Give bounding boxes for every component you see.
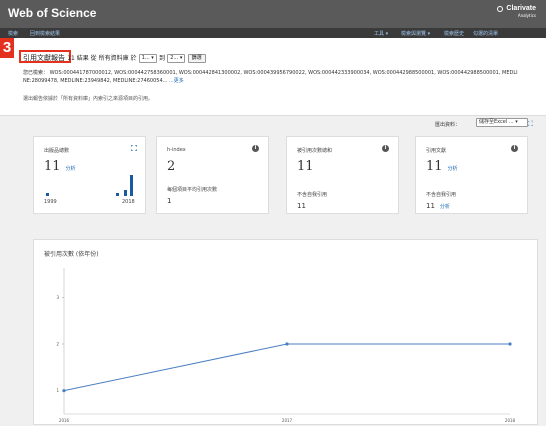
nav-bar: 檢索 回到檢索結果 工具 ▾ 檢索與瀏覽 ▾ 檢索歷史 勾選的清單 xyxy=(0,28,546,38)
year-from-select[interactable]: 1... ▾ xyxy=(138,53,157,63)
card-publications: 出版品總數 11 分析 1999 2018 xyxy=(33,136,146,214)
nav-search[interactable]: 檢索 xyxy=(8,30,18,37)
to-label: 到 xyxy=(159,55,166,62)
more-link[interactable]: ...更多 xyxy=(169,78,184,84)
mini-bar xyxy=(46,193,49,196)
export-select[interactable]: 儲存至Excel ... ▾ xyxy=(476,118,528,127)
mini-bar xyxy=(124,190,127,196)
clarivate-logo[interactable]: Clarivate Analytics xyxy=(497,5,536,19)
x-tick-label: 2018 xyxy=(505,418,516,423)
step-badge: 3 xyxy=(0,38,14,58)
brand-sub: Analytics xyxy=(517,13,536,18)
nav-tools[interactable]: 工具 ▾ xyxy=(374,30,388,37)
year-to-select[interactable]: 2... ▾ xyxy=(167,53,186,63)
info-icon[interactable]: i xyxy=(252,145,259,152)
query-line-2: NE:28099478, MEDLINE:23949842, MEDLINE:2… xyxy=(23,78,184,84)
times-cited-sub-label: 不含自我引用 xyxy=(297,192,328,198)
pubs-label: 出版品總數 xyxy=(44,148,70,154)
app-title: Web of Science xyxy=(8,6,97,20)
avg-citations-value: 1 xyxy=(167,197,172,205)
data-point xyxy=(62,389,66,393)
expand-icon[interactable]: ⛶ xyxy=(528,120,533,129)
citations-line-chart: 1 2 3 2016 2017 2018 xyxy=(56,268,516,423)
query-line: 您已檢索： WOS:000441787000012, WOS:000442758… xyxy=(23,70,518,76)
mini-bar xyxy=(130,175,133,196)
filter-button[interactable]: 篩選 xyxy=(187,53,206,63)
pubs-value: 11 分析 xyxy=(44,159,76,174)
x-tick-label: 2016 xyxy=(59,418,70,423)
data-point xyxy=(285,342,289,346)
citing-value: 11 分析 xyxy=(426,159,458,174)
citing-sub-analyze-link[interactable]: 分析 xyxy=(440,204,450,210)
year-start: 1999 xyxy=(44,199,57,205)
x-tick-label: 2017 xyxy=(282,418,293,423)
times-cited-sub-value: 11 xyxy=(297,202,306,210)
citation-report-title: 引用文獻報告 xyxy=(23,54,65,62)
times-cited-label: 被引用次數總和 xyxy=(297,148,333,154)
nav-history[interactable]: 檢索歷史 xyxy=(444,30,464,37)
y-tick-label: 2 xyxy=(56,342,59,347)
nav-back-results[interactable]: 回到檢索結果 xyxy=(30,30,60,37)
series-line xyxy=(63,343,510,392)
citing-label: 引用文獻 xyxy=(426,148,447,154)
citations-chart-card: 被引用次數 (依年份) 1 2 3 2016 2017 2018 xyxy=(33,239,538,425)
hindex-value: 2 xyxy=(167,159,176,174)
pubs-analyze-link[interactable]: 分析 xyxy=(66,166,76,172)
nav-search-browse[interactable]: 檢索與瀏覽 ▾ xyxy=(401,30,430,37)
times-cited-value: 11 xyxy=(297,159,314,174)
mini-bar xyxy=(116,193,119,196)
citing-sub-label: 不含自我引用 xyxy=(426,192,457,198)
expand-icon[interactable] xyxy=(131,145,137,151)
info-icon[interactable]: i xyxy=(511,145,518,152)
results-text: 11 結果 從 所有資料庫 於 xyxy=(67,55,137,62)
nav-marked-list[interactable]: 勾選的清單 xyxy=(473,30,498,37)
citation-report-row: 引用文獻報告 11 結果 從 所有資料庫 於 1... ▾ 到 2... ▾ 篩… xyxy=(23,53,206,63)
info-icon[interactable]: i xyxy=(382,145,389,152)
clarivate-icon xyxy=(497,6,504,12)
pubs-mini-chart: 1999 2018 xyxy=(44,174,136,205)
citing-sub-value: 11 分析 xyxy=(426,202,450,210)
data-point xyxy=(508,342,512,346)
brand-name: Clarivate xyxy=(506,5,536,12)
hindex-label: h-index xyxy=(167,147,186,153)
avg-citations-label: 每個項目平均引用次數 xyxy=(167,187,218,193)
export-row: 匯出資料： 儲存至Excel ... ▾ ⛶ xyxy=(23,116,536,132)
year-end: 2018 xyxy=(122,199,135,205)
card-hindex: h-index i 2 每個項目平均引用次數 1 xyxy=(156,136,269,214)
report-content: 匯出資料： 儲存至Excel ... ▾ ⛶ 出版品總數 11 分析 1999 2… xyxy=(23,116,538,425)
y-tick-label: 1 xyxy=(56,388,59,393)
card-citing-articles: 引用文獻 i 11 分析 不含自我引用 11 分析 xyxy=(415,136,528,214)
report-note: 選出報告依據於「所有資料庫」內索引之來源項目的引用。 xyxy=(23,96,154,102)
top-bar: Web of Science Clarivate Analytics xyxy=(0,0,546,28)
y-tick-label: 3 xyxy=(56,295,59,300)
export-label: 匯出資料： xyxy=(435,122,461,128)
card-times-cited: 被引用次數總和 i 11 不含自我引用 11 xyxy=(286,136,399,214)
citing-analyze-link[interactable]: 分析 xyxy=(448,166,458,172)
